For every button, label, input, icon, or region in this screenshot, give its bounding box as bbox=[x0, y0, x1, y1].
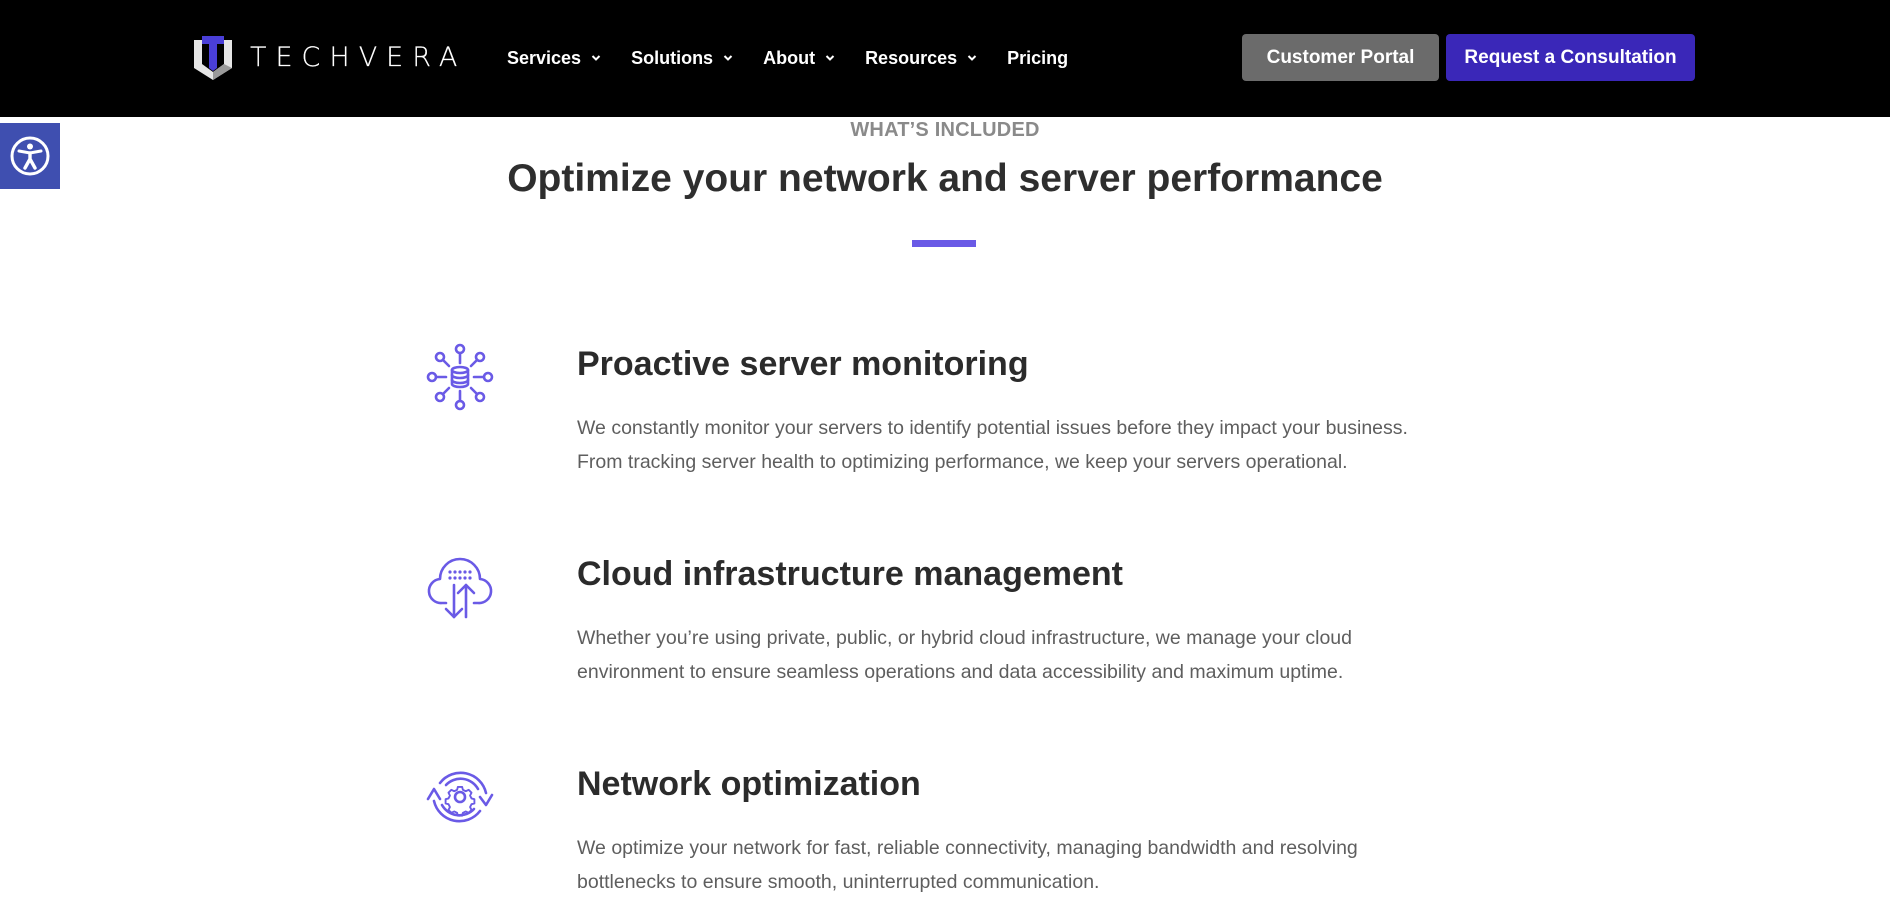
chevron-down-icon bbox=[967, 55, 977, 61]
logo-text: TECHVERA bbox=[250, 42, 467, 73]
nav-item-resources[interactable]: Resources bbox=[865, 48, 977, 69]
main-nav: Services Solutions About Resources Prici… bbox=[507, 40, 1098, 76]
server-network-icon bbox=[426, 343, 494, 411]
nav-label: Resources bbox=[865, 47, 958, 68]
cloud-transfer-icon bbox=[427, 557, 493, 619]
heading-divider bbox=[912, 240, 976, 247]
nav-item-services[interactable]: Services bbox=[507, 48, 601, 69]
feature-description: Whether you’re using private, public, or… bbox=[577, 627, 1352, 683]
request-consultation-button[interactable]: Request a Consultation bbox=[1446, 34, 1695, 81]
nav-label: Pricing bbox=[1007, 47, 1069, 68]
logo-shield-icon bbox=[194, 36, 232, 80]
nav-label: About bbox=[763, 47, 816, 68]
chevron-down-icon bbox=[723, 55, 733, 61]
feature-description: We constantly monitor your servers to id… bbox=[577, 417, 1408, 473]
gear-cycle-icon bbox=[426, 771, 494, 823]
nav-label: Services bbox=[507, 47, 582, 68]
customer-portal-button[interactable]: Customer Portal bbox=[1242, 34, 1439, 81]
chevron-down-icon bbox=[591, 55, 601, 61]
feature-description: We optimize your network for fast, relia… bbox=[577, 837, 1358, 893]
feature-title: Network optimization bbox=[577, 765, 921, 803]
logo[interactable]: TECHVERA bbox=[194, 36, 466, 80]
nav-item-about[interactable]: About bbox=[763, 48, 835, 69]
feature-title: Cloud infrastructure management bbox=[577, 555, 1123, 593]
chevron-down-icon bbox=[825, 55, 835, 61]
nav-item-solutions[interactable]: Solutions bbox=[631, 48, 733, 69]
section-heading: Optimize your network and server perform… bbox=[507, 157, 1383, 200]
feature-title: Proactive server monitoring bbox=[577, 345, 1029, 383]
nav-item-pricing[interactable]: Pricing bbox=[1007, 48, 1068, 69]
site-header: TECHVERA Services Solutions About Resour… bbox=[0, 0, 1890, 117]
section-eyebrow: WHAT’S INCLUDED bbox=[850, 119, 1040, 141]
nav-label: Solutions bbox=[631, 47, 714, 68]
